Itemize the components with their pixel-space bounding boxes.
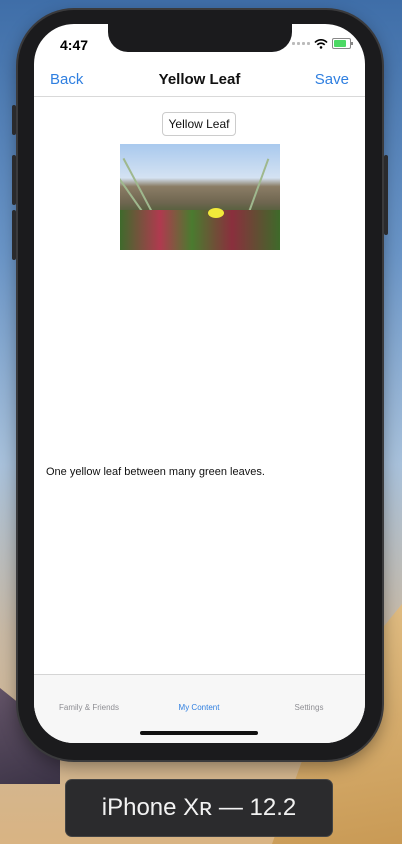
tab-my-content[interactable]: My Content bbox=[166, 703, 232, 712]
yellow-flower bbox=[208, 208, 224, 218]
status-time: 4:47 bbox=[60, 37, 89, 53]
wifi-icon bbox=[314, 38, 328, 49]
simulator-device-label: iPhone Xʀ — 12.2 bbox=[66, 780, 332, 836]
volume-down-button bbox=[12, 210, 16, 260]
save-button[interactable]: Save bbox=[315, 71, 349, 88]
navigation-bar: Back Yellow Leaf Save bbox=[34, 66, 365, 97]
tab-bar: Family & Friends My Content Settings bbox=[34, 674, 365, 743]
content-photo bbox=[120, 144, 280, 250]
battery-icon bbox=[332, 38, 353, 49]
mute-switch bbox=[12, 105, 16, 135]
volume-up-button bbox=[12, 155, 16, 205]
tab-settings[interactable]: Settings bbox=[276, 703, 342, 712]
notch bbox=[108, 24, 292, 52]
home-indicator[interactable] bbox=[140, 731, 258, 735]
status-icons bbox=[292, 38, 353, 49]
title-text-field[interactable]: Yellow Leaf bbox=[162, 112, 236, 136]
description-text: One yellow leaf between many green leave… bbox=[46, 466, 265, 478]
tab-family-friends[interactable]: Family & Friends bbox=[56, 703, 122, 712]
cellular-signal-icon bbox=[292, 42, 310, 45]
device-screen: 4:47 Back Yellow Leaf Save Yellow Leaf O… bbox=[34, 24, 365, 743]
power-button bbox=[384, 155, 388, 235]
